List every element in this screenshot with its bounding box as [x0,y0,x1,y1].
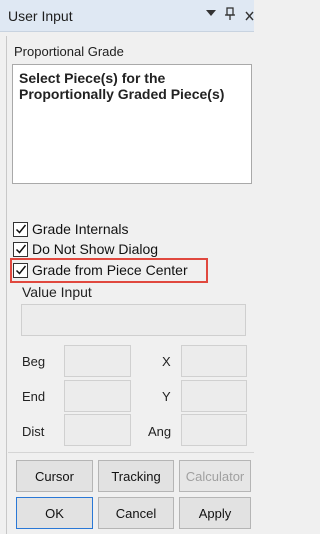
pin-icon[interactable] [224,7,236,24]
highlight-box [10,258,208,283]
dist-field[interactable] [64,414,131,446]
tracking-button[interactable]: Tracking [98,460,174,492]
end-label: End [22,389,46,404]
beg-label: Beg [22,354,46,369]
y-field[interactable] [181,380,247,412]
title-bar: User Input [0,0,254,32]
grade-internals-option[interactable]: Grade Internals [13,220,129,238]
checkmark-icon [15,224,26,234]
value-input-field[interactable] [21,304,246,336]
dropdown-arrow-icon[interactable] [205,7,217,22]
window-title: User Input [8,8,73,24]
ok-button[interactable]: OK [16,497,93,529]
divider [8,452,254,453]
x-field[interactable] [181,345,247,377]
dist-label: Dist [22,424,45,439]
prompt-box: Select Piece(s) for the Proportionally G… [12,64,252,184]
y-label: Y [162,389,171,404]
end-field[interactable] [64,380,131,412]
close-icon[interactable] [245,9,254,24]
checkmark-icon [15,244,26,254]
apply-button[interactable]: Apply [179,497,251,529]
value-input-label: Value Input [22,284,92,300]
beg-field[interactable] [64,345,131,377]
prompt-text: Select Piece(s) for the Proportionally G… [19,70,225,102]
grade-internals-label: Grade Internals [32,221,129,237]
ang-label: Ang [148,424,172,439]
cursor-button[interactable]: Cursor [16,460,93,492]
x-label: X [162,354,171,369]
do-not-show-dialog-option[interactable]: Do Not Show Dialog [13,240,158,258]
do-not-show-dialog-checkbox[interactable] [13,241,28,257]
ang-field[interactable] [181,414,247,446]
calculator-button[interactable]: Calculator [179,460,251,492]
cancel-button[interactable]: Cancel [98,497,174,529]
panel-heading: Proportional Grade [14,44,124,59]
do-not-show-dialog-label: Do Not Show Dialog [32,241,159,257]
grade-internals-checkbox[interactable] [13,221,28,237]
